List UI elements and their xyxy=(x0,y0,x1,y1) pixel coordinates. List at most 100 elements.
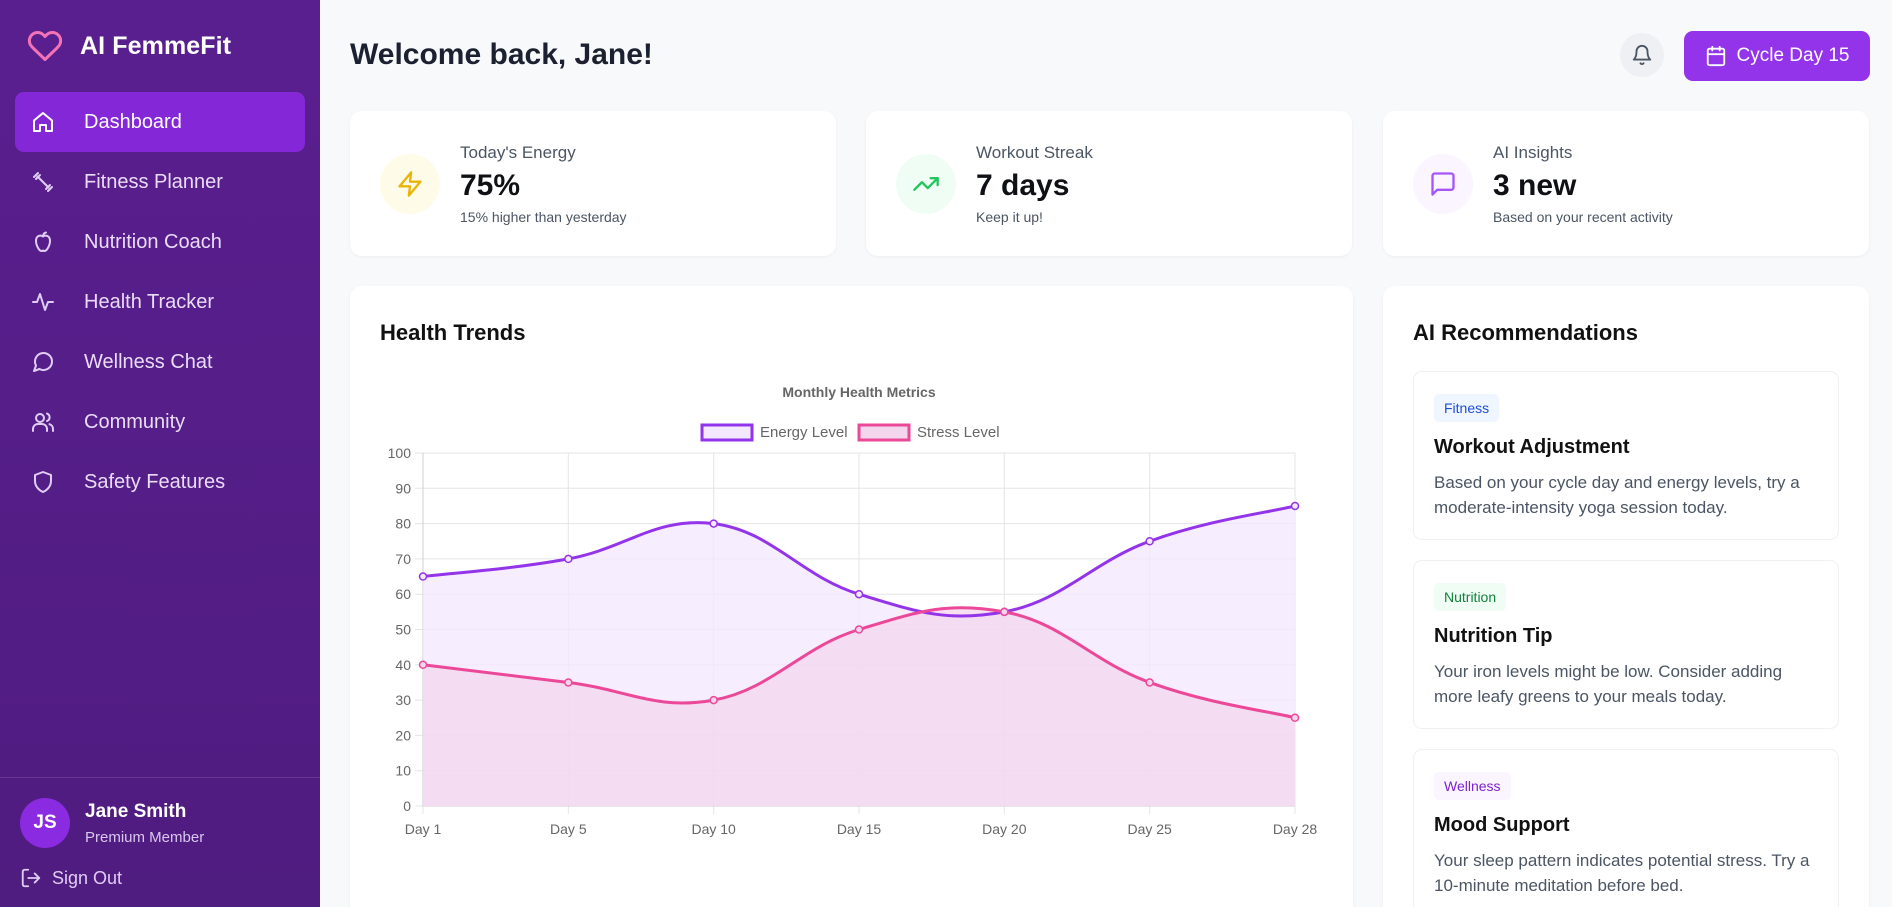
recommendation-tag: Wellness xyxy=(1434,772,1511,800)
y-tick-label: 80 xyxy=(395,516,411,532)
stat-subtext: 15% higher than yesterday xyxy=(460,208,627,225)
app-name: AI FemmeFit xyxy=(80,31,232,60)
notifications-button[interactable] xyxy=(1620,33,1664,77)
apple-icon xyxy=(29,228,57,256)
users-icon xyxy=(29,408,57,436)
health-trends-chart: Monthly Health Metrics Energy Level Stress… xyxy=(388,384,1318,837)
chat-icon xyxy=(29,348,57,376)
x-tick-label: Day 28 xyxy=(1273,821,1318,837)
sidebar-item-wellness-chat[interactable]: Wellness Chat xyxy=(15,332,305,392)
stat-card-energy: Today's Energy 75% 15% higher than yeste… xyxy=(350,111,836,256)
stat-card-workout-streak: Workout Streak 7 days Keep it up! xyxy=(866,111,1352,256)
sidebar-item-label: Safety Features xyxy=(84,470,226,493)
sidebar: AI FemmeFit Dashboard Fitness Planner Nu… xyxy=(0,0,320,907)
recommendation-tag: Fitness xyxy=(1434,394,1500,422)
sign-out-label: Sign Out xyxy=(52,867,123,888)
recommendation-fitness[interactable]: Fitness Workout Adjustment Based on your… xyxy=(1413,371,1839,540)
stat-icon-wrap xyxy=(896,153,956,214)
stat-value: 7 days xyxy=(976,168,1070,202)
y-tick-label: 20 xyxy=(395,727,411,743)
x-tick-label: Day 25 xyxy=(1127,821,1172,837)
cycle-day-button[interactable]: Cycle Day 15 xyxy=(1684,31,1870,81)
y-tick-label: 90 xyxy=(395,480,411,496)
bell-icon xyxy=(1632,45,1652,66)
sidebar-item-nutrition-coach[interactable]: Nutrition Coach xyxy=(15,212,305,272)
x-tick-label: Day 1 xyxy=(405,821,442,837)
sidebar-item-label: Health Tracker xyxy=(84,290,215,313)
data-point xyxy=(1290,501,1300,511)
y-tick-label: 70 xyxy=(395,551,411,567)
y-tick-label: 10 xyxy=(395,763,411,779)
x-tick-label: Day 5 xyxy=(550,821,587,837)
data-point xyxy=(709,695,718,705)
sidebar-item-label: Dashboard xyxy=(84,110,182,133)
page-title: Welcome back, Jane! xyxy=(350,38,653,71)
legend-label: Energy Level xyxy=(760,424,848,441)
data-point xyxy=(564,678,573,687)
recommendation-text: Your iron levels might be low. Consider … xyxy=(1434,662,1783,706)
ai-recommendations-title: AI Recommendations xyxy=(1413,320,1638,345)
y-tick-label: 60 xyxy=(395,586,411,602)
data-point xyxy=(418,660,428,670)
stat-subtext: Keep it up! xyxy=(976,208,1043,225)
ai-recommendations-card: AI Recommendations Fitness Workout Adjus… xyxy=(1383,286,1869,907)
user-profile[interactable]: JS Jane Smith Premium Member xyxy=(0,778,320,848)
data-point xyxy=(1145,537,1154,546)
sidebar-item-label: Nutrition Coach xyxy=(84,230,222,253)
sidebar-item-fitness-planner[interactable]: Fitness Planner xyxy=(15,152,305,212)
stat-label: Workout Streak xyxy=(976,142,1093,162)
lightning-icon xyxy=(398,170,422,197)
sign-out-button[interactable]: Sign Out xyxy=(0,848,320,889)
recommendation-nutrition[interactable]: Nutrition Nutrition Tip Your iron levels… xyxy=(1413,560,1839,729)
data-point xyxy=(418,572,428,581)
stat-icon-wrap xyxy=(380,153,440,214)
y-tick-label: 50 xyxy=(395,622,411,638)
stat-value: 3 new xyxy=(1493,168,1577,202)
stat-label: AI Insights xyxy=(1493,142,1573,162)
y-tick-label: 30 xyxy=(395,692,411,708)
activity-icon xyxy=(29,288,57,316)
sidebar-item-community[interactable]: Community xyxy=(15,392,305,452)
sidebar-footer: JS Jane Smith Premium Member Sign Out xyxy=(0,777,320,907)
heart-icon xyxy=(26,28,64,64)
sidebar-item-safety-features[interactable]: Safety Features xyxy=(15,452,305,512)
sidebar-item-label: Fitness Planner xyxy=(84,170,223,193)
dumbbell-icon xyxy=(29,168,57,196)
data-point xyxy=(1145,678,1154,687)
data-point xyxy=(1000,607,1009,617)
trending-up-icon xyxy=(913,176,939,191)
stat-value: 75% xyxy=(460,168,521,202)
legend-swatch xyxy=(700,423,754,442)
sidebar-item-label: Community xyxy=(84,410,186,433)
recommendation-tag: Nutrition xyxy=(1434,583,1507,611)
legend-label: Stress Level xyxy=(917,424,1000,441)
x-tick-label: Day 20 xyxy=(982,821,1027,837)
calendar-icon xyxy=(1706,45,1725,67)
data-point xyxy=(854,589,864,599)
message-icon xyxy=(1431,171,1455,196)
recommendation-text: Based on your cycle day and energy level… xyxy=(1434,473,1800,517)
brand[interactable]: AI FemmeFit xyxy=(0,0,320,92)
data-point xyxy=(709,519,718,528)
stat-icon-wrap xyxy=(1413,153,1473,214)
sidebar-item-health-tracker[interactable]: Health Tracker xyxy=(15,272,305,332)
x-tick-label: Day 10 xyxy=(691,821,736,837)
user-name: Jane Smith xyxy=(85,800,187,822)
sidebar-nav: Dashboard Fitness Planner Nutrition Coac… xyxy=(0,92,320,512)
sidebar-item-dashboard[interactable]: Dashboard xyxy=(15,92,305,152)
home-icon xyxy=(29,108,57,136)
recommendation-title: Nutrition Tip xyxy=(1434,625,1553,647)
sign-out-icon xyxy=(21,868,41,888)
x-tick-label: Day 15 xyxy=(837,821,882,837)
cycle-day-label: Cycle Day 15 xyxy=(1736,45,1850,66)
user-role: Premium Member xyxy=(85,828,205,846)
stat-subtext: Based on your recent activity xyxy=(1493,208,1673,225)
data-point xyxy=(854,625,864,634)
stat-card-ai-insights: AI Insights 3 new Based on your recent a… xyxy=(1383,111,1869,256)
recommendation-text: Your sleep pattern indicates potential s… xyxy=(1434,851,1810,895)
data-point xyxy=(1290,713,1300,722)
recommendation-wellness[interactable]: Wellness Mood Support Your sleep pattern… xyxy=(1413,749,1839,907)
recommendation-title: Mood Support xyxy=(1434,814,1570,836)
shield-icon xyxy=(29,468,57,496)
health-trends-title: Health Trends xyxy=(380,320,526,345)
